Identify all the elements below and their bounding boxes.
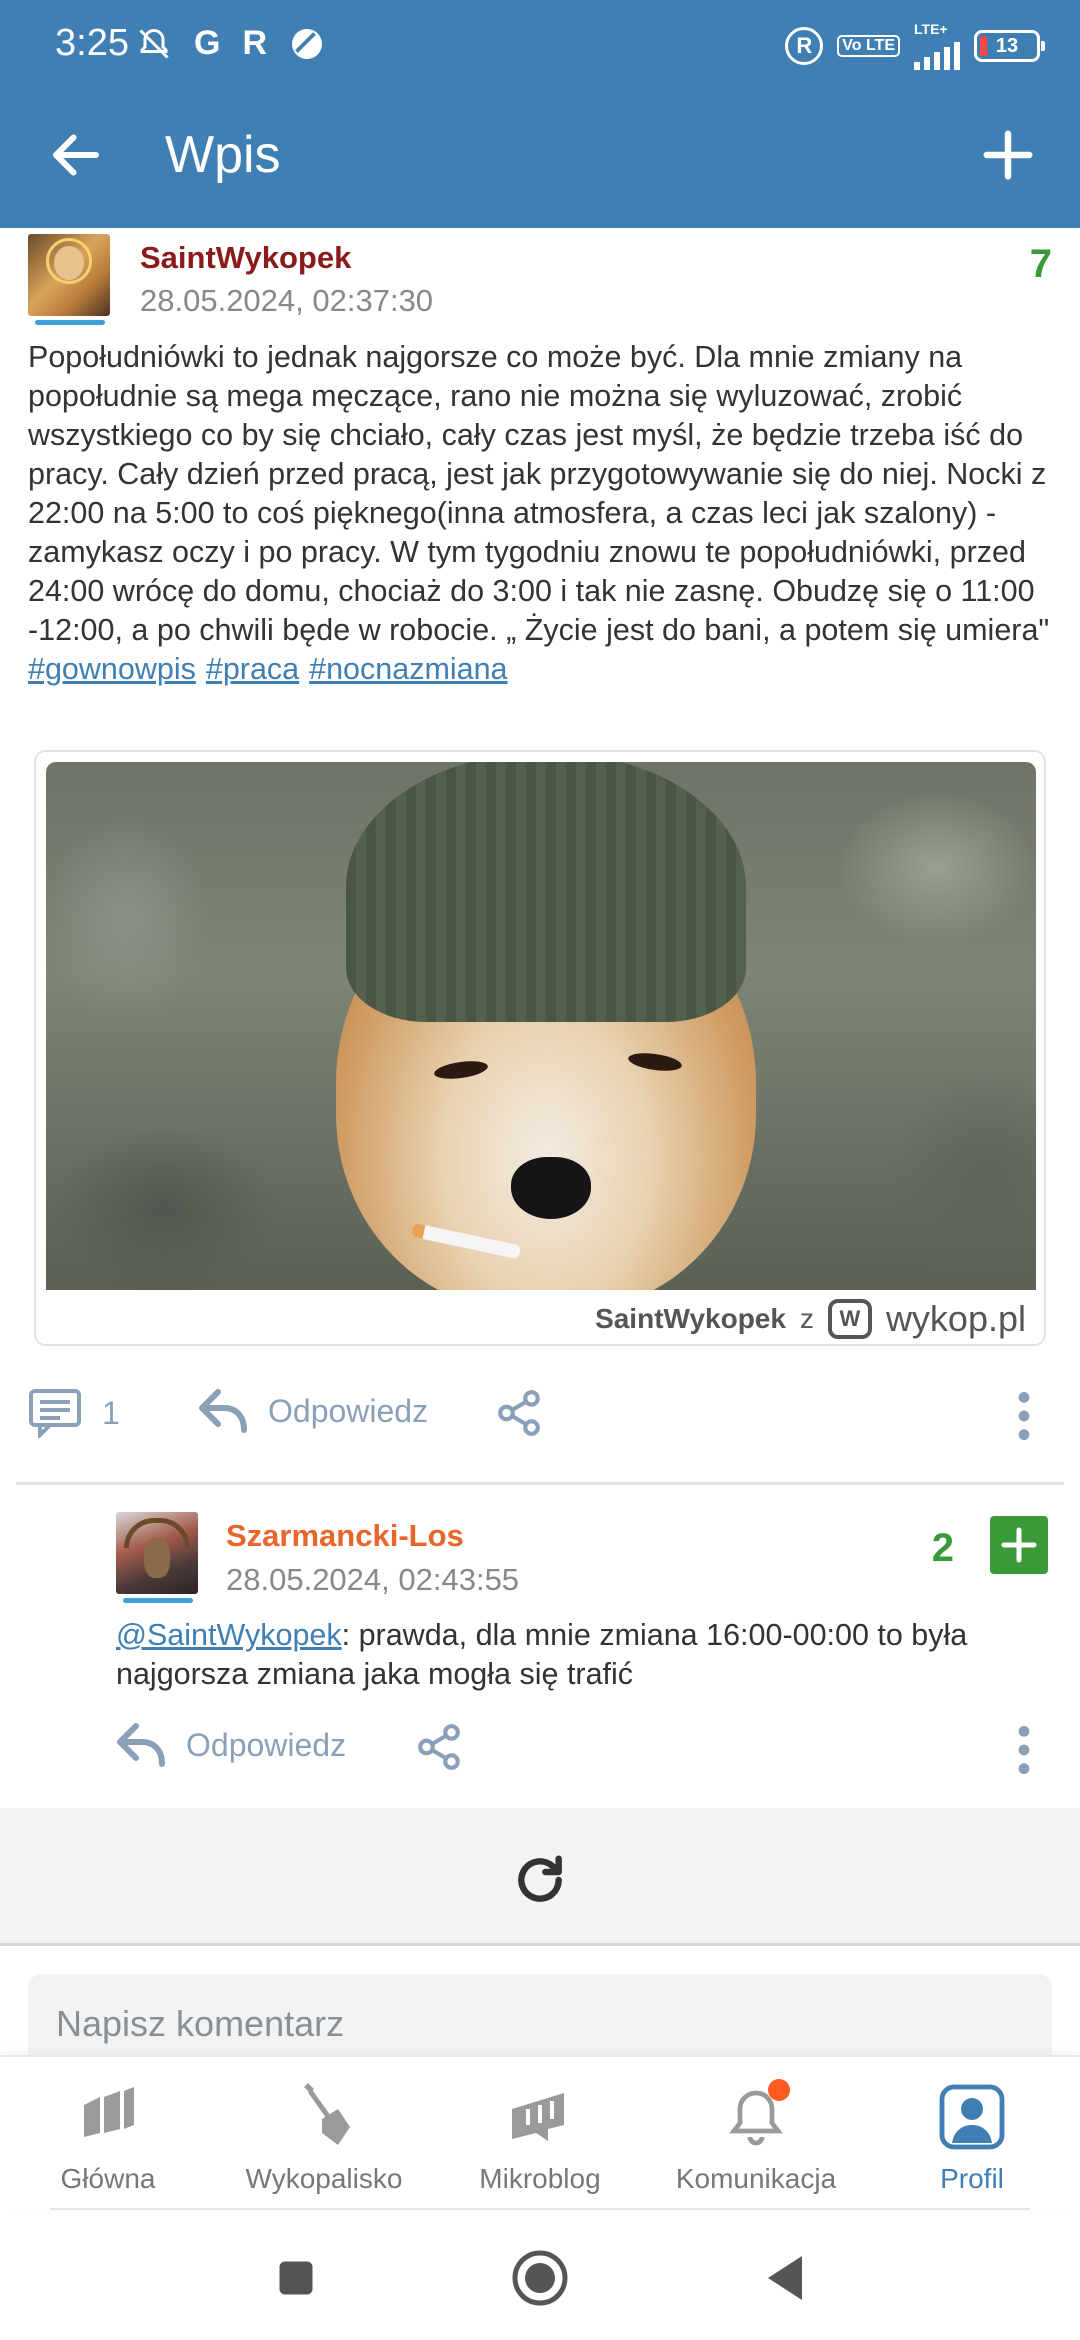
mention-link[interactable]: @SaintWykopek — [116, 1618, 342, 1652]
profile-icon — [939, 2084, 1005, 2150]
reply-icon — [199, 1389, 247, 1433]
post-votes: 7 — [1029, 242, 1052, 286]
more-options-button[interactable] — [1006, 1388, 1042, 1444]
more-vertical-icon — [1018, 1391, 1030, 1441]
nav-label: Profil — [940, 2163, 1004, 2194]
avatar[interactable] — [116, 1512, 198, 1594]
square-icon — [279, 2261, 313, 2295]
tag-link[interactable]: #praca — [206, 652, 299, 686]
reply-icon — [117, 1723, 165, 1767]
plus-icon[interactable] — [976, 123, 1040, 187]
nav-label: Główna — [60, 2163, 156, 2194]
more-options-button[interactable] — [1006, 1722, 1042, 1778]
nav-item-glowna[interactable]: Główna — [0, 2081, 216, 2195]
page-title: Wpis — [165, 126, 281, 184]
notification-dot — [768, 2079, 790, 2101]
divider — [16, 1482, 1064, 1485]
plus-icon — [1001, 1527, 1037, 1563]
bottom-nav: Główna Wykopalisko Mikroblog Komunikacja… — [0, 2055, 1080, 2210]
comment-author[interactable]: Szarmancki-Los — [226, 1518, 464, 1554]
post-text: Popołudniówki to jednak najgorsze co moż… — [28, 340, 1050, 647]
avatar[interactable] — [28, 234, 110, 316]
comment-actions: Odpowiedz — [0, 1722, 1080, 1792]
status-left-icons: G R — [136, 24, 325, 63]
wykop-logo-icon: W — [827, 1299, 872, 1339]
triangle-back-icon — [768, 2256, 802, 2300]
upvote-button[interactable] — [990, 1516, 1048, 1574]
comment-icon — [29, 1389, 81, 1438]
image-watermark: SaintWykopek z W wykop.pl — [36, 1292, 1044, 1344]
post-tags: #gownowpis #praca #nocnazmiana — [28, 650, 1058, 689]
reply-label: Odpowiedz — [268, 1392, 429, 1429]
post-author[interactable]: SaintWykopek — [140, 240, 351, 276]
arrow-left-icon[interactable] — [46, 125, 106, 185]
divider — [50, 2208, 1030, 2210]
post-image-embed[interactable]: SaintWykopek z W wykop.pl — [34, 750, 1046, 1346]
dog-image[interactable] — [46, 762, 1036, 1290]
reload-area — [0, 1808, 1080, 1946]
tag-link[interactable]: #gownowpis — [28, 652, 196, 686]
home-icon — [84, 2087, 134, 2137]
post-date: 28.05.2024, 02:37:30 — [140, 283, 434, 318]
avatar-indicator — [123, 1598, 193, 1603]
battery-icon: 13 — [974, 30, 1045, 62]
comment-body: @SaintWykopek: prawda, dla mnie zmiana 1… — [116, 1616, 1046, 1694]
nav-item-wykopalisko[interactable]: Wykopalisko — [216, 2081, 432, 2195]
comment-date: 28.05.2024, 02:43:55 — [226, 1562, 520, 1597]
watermark-z: z — [799, 1303, 814, 1334]
back-button[interactable] — [756, 2248, 816, 2308]
signal-icon: LTE+ — [914, 22, 960, 70]
share-icon — [498, 1390, 540, 1436]
comment-votes: 2 — [931, 1526, 954, 1570]
home-button[interactable] — [510, 2248, 570, 2308]
refresh-icon[interactable] — [508, 1848, 572, 1912]
watermark-user: SaintWykopek — [595, 1303, 786, 1334]
share-icon — [418, 1724, 460, 1770]
comments-button[interactable]: 1 — [28, 1388, 120, 1438]
volte-icon: Vo LTE — [837, 35, 900, 57]
post-actions: 1 Odpowiedz — [0, 1388, 1080, 1458]
nav-label: Wykopalisko — [245, 2163, 403, 2194]
app-bar: Wpis — [0, 95, 1080, 228]
more-vertical-icon — [1018, 1725, 1030, 1775]
bell-icon — [720, 2079, 792, 2153]
circle-icon — [512, 2250, 568, 2306]
reply-button[interactable]: Odpowiedz — [116, 1722, 346, 1768]
mikroblog-icon — [512, 2093, 564, 2141]
bell-off-icon — [139, 28, 169, 59]
nav-label: Komunikacja — [675, 2163, 837, 2194]
reply-label: Odpowiedz — [186, 1726, 347, 1763]
status-time: 3:25 — [55, 22, 129, 64]
status-right-icons: R Vo LTE LTE+ 13 — [785, 22, 1045, 70]
shovel-icon — [304, 2083, 350, 2145]
share-button[interactable] — [494, 1388, 544, 1438]
r-icon: R — [242, 24, 268, 62]
status-bar: 3:25 G R R Vo LTE LTE+ 13 — [0, 0, 1080, 95]
comment-input-area — [0, 1946, 1080, 2074]
recents-button[interactable] — [266, 2248, 326, 2308]
no-entry-icon — [292, 28, 323, 59]
system-nav-bar — [0, 2212, 1080, 2340]
reply-button[interactable]: Odpowiedz — [198, 1388, 428, 1434]
nav-label: Mikroblog — [479, 2163, 601, 2194]
nav-item-profil[interactable]: Profil — [864, 2081, 1080, 2195]
nav-item-mikroblog[interactable]: Mikroblog — [432, 2081, 648, 2195]
nav-item-komunikacja[interactable]: Komunikacja — [648, 2079, 864, 2195]
watermark-site: wykop.pl — [885, 1298, 1026, 1339]
post-body: Popołudniówki to jednak najgorsze co moż… — [28, 338, 1058, 689]
comments-count: 1 — [102, 1394, 120, 1431]
share-button[interactable] — [414, 1722, 464, 1772]
registered-icon: R — [785, 27, 824, 65]
tag-link[interactable]: #nocnazmiana — [309, 652, 507, 686]
g-icon: G — [194, 24, 221, 62]
avatar-indicator — [35, 320, 105, 325]
